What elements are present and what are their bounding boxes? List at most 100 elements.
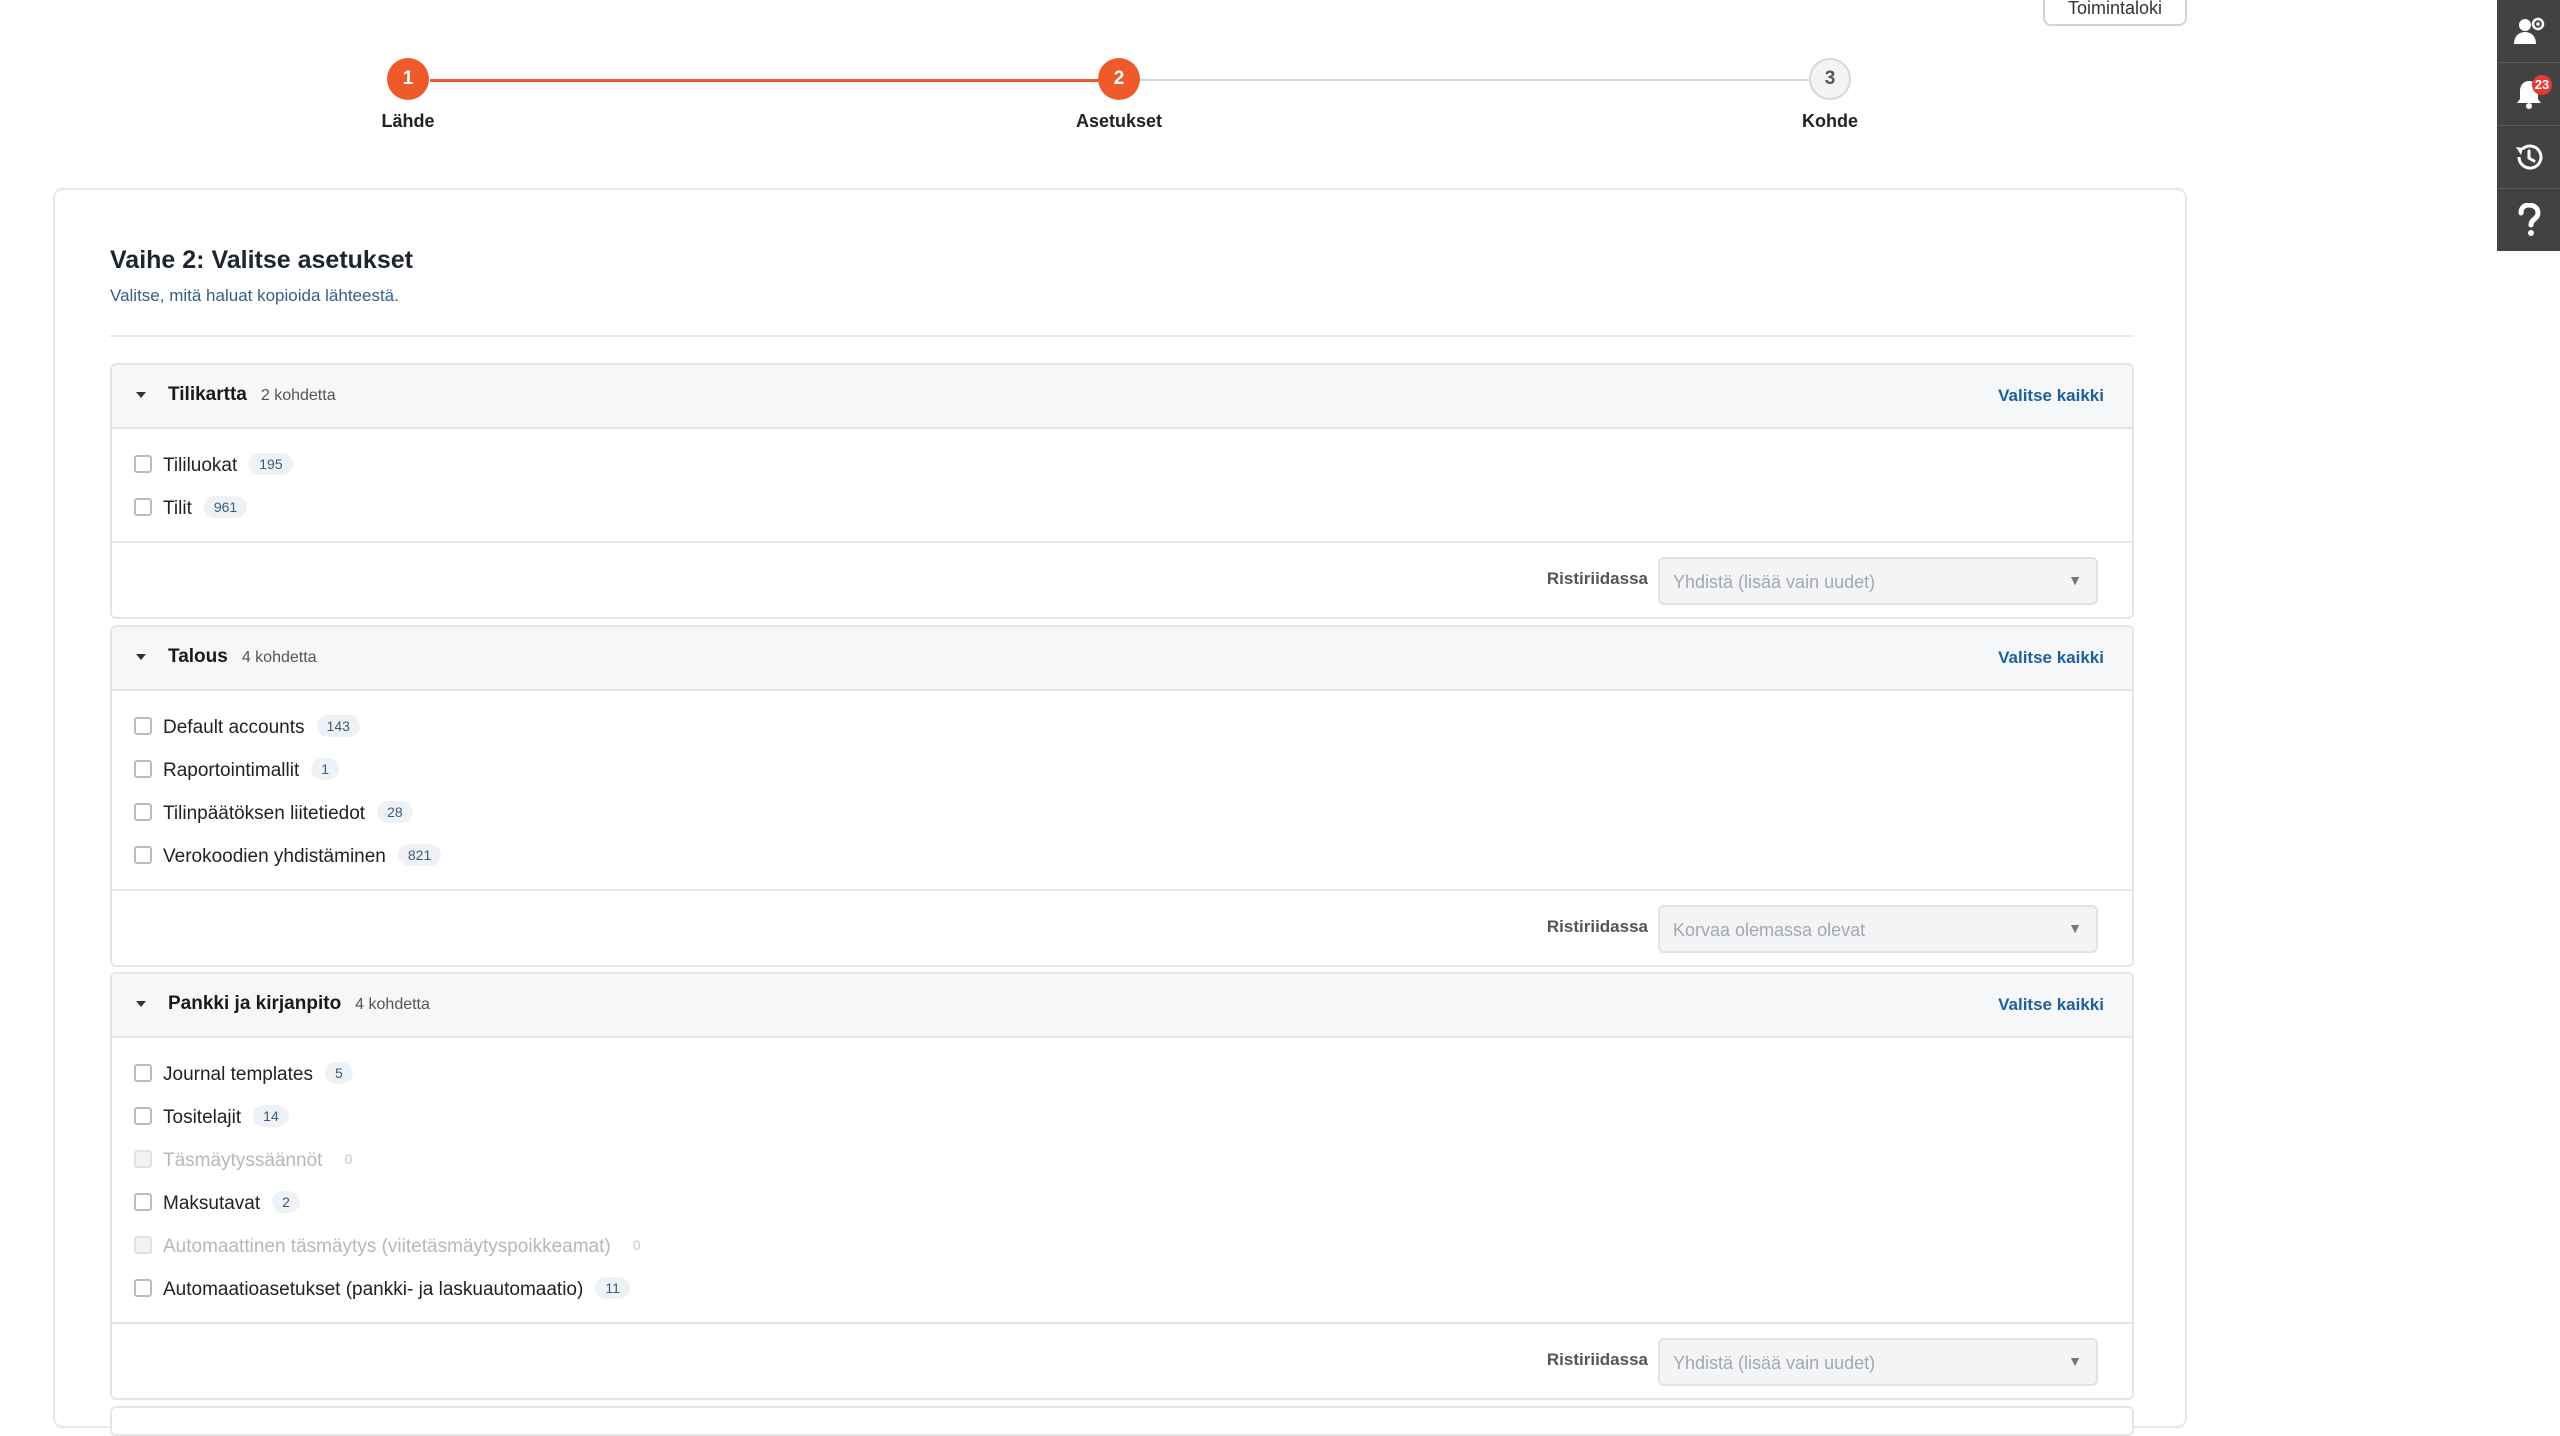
section-talous: Talous 4 kohdetta Valitse kaikki Default … [110,625,2134,967]
conflict-label: Ristiriidassa [1546,917,1648,936]
count-badge: 143 [316,715,360,737]
item-checkbox[interactable] [134,1193,152,1211]
list-item: Täsmäytyssäännöt 0 [112,1140,2132,1183]
page-subtitle: Valitse, mitä haluat kopioida lähteestä. [110,286,399,305]
list-item: Automaattinen täsmäytys (viitetäsmäytysp… [112,1226,2132,1269]
conflict-label: Ristiriidassa [1546,569,1648,588]
section-count: 4 kohdetta [355,996,430,1013]
item-label: Automaattinen täsmäytys (viitetäsmäytysp… [163,1234,651,1258]
item-label: Default accounts 143 [163,715,360,739]
item-label: Journal templates 5 [163,1062,353,1086]
item-label: Tilinpäätöksen liitetiedot 28 [163,801,413,825]
list-item[interactable]: Journal templates 5 [112,1054,2132,1097]
count-badge: 28 [377,801,413,823]
step-2-label: Asetukset [1075,111,1163,131]
conflict-select[interactable]: Yhdistä (lisää vain uudet) ▼ [1658,557,2098,605]
item-checkbox [134,1236,152,1254]
list-item[interactable]: Maksutavat 2 [112,1183,2132,1226]
question-icon [2518,203,2541,236]
notifications-count-badge: 23 [2532,75,2552,95]
right-toolbar: 23 [2497,0,2560,251]
section-count: 4 kohdetta [241,649,317,666]
section-footer: Ristiriidassa Korvaa olemassa olevat ▼ [112,889,2132,965]
count-badge: 5 [324,1062,353,1084]
stepper-remaining-line [1140,79,1810,81]
item-label: Automaatioasetukset (pankki- ja laskuaut… [163,1277,630,1301]
list-item[interactable]: Raportointimallit 1 [112,750,2132,793]
item-checkbox[interactable] [134,455,152,473]
item-checkbox[interactable] [134,760,152,778]
list-item[interactable]: Verokoodien yhdistäminen 821 [112,836,2132,879]
section-footer: Ristiriidassa Yhdistä (lisää vain uudet)… [112,541,2132,617]
conflict-select[interactable]: Korvaa olemassa olevat ▼ [1658,905,2098,953]
list-item[interactable]: Tililuokat 195 [112,445,2132,488]
section-pankki-ja-kirjanpito: Pankki ja kirjanpito 4 kohdetta Valitse k… [110,972,2134,1400]
item-checkbox [134,1150,152,1168]
section-header[interactable]: Tilikartta 2 kohdetta Valitse kaikki [112,365,2132,429]
count-badge: 11 [595,1277,630,1299]
help-button[interactable] [2497,189,2560,251]
section-footer: Ristiriidassa Yhdistä (lisää vain uudet)… [112,1322,2132,1398]
count-badge: 0 [344,1151,353,1167]
item-checkbox[interactable] [134,717,152,735]
count-badge: 961 [203,496,248,518]
step-2-circle: 2 [1098,58,1140,100]
list-item[interactable]: Tilinpäätöksen liitetiedot 28 [112,793,2132,836]
dropdown-arrow-icon: ▼ [2068,572,2082,588]
section-title: Pankki ja kirjanpito 4 kohdetta [168,993,430,1014]
conflict-select-value: Korvaa olemassa olevat [1673,920,1866,940]
history-icon [2515,144,2542,170]
item-checkbox[interactable] [134,1064,152,1082]
dropdown-arrow-icon: ▼ [2068,920,2082,936]
section-count: 2 kohdetta [260,387,336,404]
item-checkbox[interactable] [134,498,152,516]
step-3-label: Kohde [1802,111,1858,131]
step-1-label: Lähde [381,111,435,131]
collapse-caret-icon[interactable] [136,392,146,398]
list-item[interactable]: Automaatioasetukset (pankki- ja laskuaut… [112,1269,2132,1312]
notifications-button[interactable]: 23 [2497,63,2560,125]
select-all-link[interactable]: Valitse kaikki [1998,995,2104,1015]
count-badge: 195 [249,453,293,475]
step-1-circle: 1 [387,58,429,100]
section-header[interactable]: Pankki ja kirjanpito 4 kohdetta Valitse k… [112,974,2132,1038]
collapse-caret-icon[interactable] [136,654,146,660]
item-label: Tililuokat 195 [163,453,293,477]
item-checkbox[interactable] [134,1107,152,1125]
section-title: Tilikartta 2 kohdetta [168,384,336,405]
item-label: Tilit 961 [163,496,248,520]
count-badge: 0 [632,1237,641,1253]
section-header[interactable]: Talous 4 kohdetta Valitse kaikki [112,627,2132,691]
section-next [110,1406,2134,1436]
users-button[interactable] [2497,0,2560,62]
list-item[interactable]: Default accounts 143 [112,707,2132,750]
item-label: Raportointimallit 1 [163,758,340,782]
item-checkbox[interactable] [134,803,152,821]
stepper-progress-line [430,79,1120,82]
select-all-link[interactable]: Valitse kaikki [1998,648,2104,668]
conflict-label: Ristiriidassa [1546,1350,1648,1369]
activity-log-button[interactable]: Toimintaloki [2043,0,2187,26]
section-tilikartta: Tilikartta 2 kohdetta Valitse kaikki Tili… [110,363,2134,619]
count-badge: 821 [397,844,442,866]
dropdown-arrow-icon: ▼ [2068,1353,2082,1369]
list-item[interactable]: Tilit 961 [112,488,2132,531]
count-badge: 2 [272,1191,300,1213]
item-checkbox[interactable] [134,846,152,864]
count-badge: 1 [311,758,340,780]
count-badge: 14 [253,1105,289,1127]
conflict-select[interactable]: Yhdistä (lisää vain uudet) ▼ [1658,1338,2098,1386]
list-item[interactable]: Tositelajit 14 [112,1097,2132,1140]
item-checkbox[interactable] [134,1279,152,1297]
item-label: Täsmäytyssäännöt 0 [163,1148,362,1172]
settings-card: Vaihe 2: Valitse asetukset Valitse, mitä… [53,188,2187,1436]
conflict-select-value: Yhdistä (lisää vain uudet) [1673,1353,1876,1373]
step-3-circle: 3 [1809,58,1851,100]
select-all-link[interactable]: Valitse kaikki [1998,386,2104,406]
item-label: Tositelajit 14 [163,1105,289,1129]
divider [110,335,2134,337]
item-label: Verokoodien yhdistäminen 821 [163,844,442,868]
page-title: Vaihe 2: Valitse asetukset [110,246,413,274]
collapse-caret-icon[interactable] [136,1001,146,1007]
history-button[interactable] [2497,126,2560,188]
